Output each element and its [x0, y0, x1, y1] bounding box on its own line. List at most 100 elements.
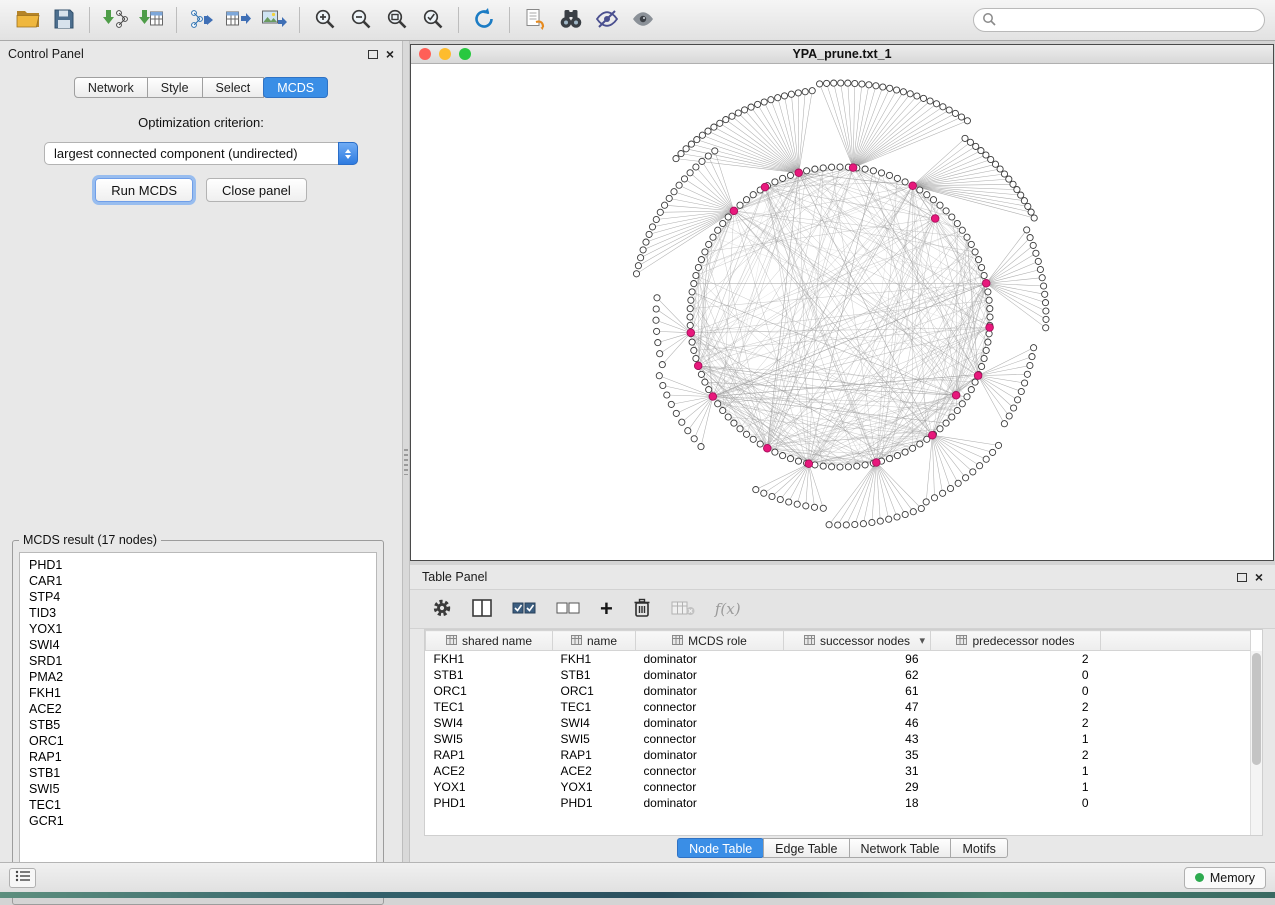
table-cell[interactable]: 61 [784, 683, 931, 699]
network-node[interactable] [894, 175, 900, 181]
mcds-result-item[interactable]: SWI4 [29, 637, 376, 653]
hide-selected-button[interactable] [589, 4, 625, 36]
network-node[interactable] [967, 139, 973, 145]
table-cell[interactable]: 0 [931, 667, 1101, 683]
table-cell[interactable]: ACE2 [426, 763, 553, 779]
table-cell[interactable]: SWI4 [553, 715, 636, 731]
table-cell[interactable]: YOX1 [426, 779, 553, 795]
network-node[interactable] [795, 458, 801, 464]
network-node[interactable] [775, 95, 781, 101]
mcds-result-item[interactable]: FKH1 [29, 685, 376, 701]
mcds-result-item[interactable]: CAR1 [29, 573, 376, 589]
network-node[interactable] [907, 91, 913, 97]
table-cell[interactable]: 47 [784, 699, 931, 715]
network-node[interactable] [1037, 266, 1043, 272]
network-node[interactable] [706, 241, 712, 247]
network-node[interactable] [638, 255, 644, 261]
export-image-button[interactable] [256, 4, 292, 36]
network-node[interactable] [958, 114, 964, 120]
network-node[interactable] [983, 456, 989, 462]
search-box[interactable] [973, 8, 1265, 32]
network-node[interactable] [664, 392, 670, 398]
network-node[interactable] [887, 85, 893, 91]
network-dominator-node[interactable] [974, 372, 982, 380]
network-node[interactable] [894, 87, 900, 93]
network-node[interactable] [854, 463, 860, 469]
table-row[interactable]: YOX1YOX1connector291 [426, 779, 1251, 795]
network-node[interactable] [1043, 316, 1049, 322]
table-row[interactable]: SWI4SWI4dominator462 [426, 715, 1251, 731]
network-node[interactable] [817, 81, 823, 87]
network-node[interactable] [653, 216, 659, 222]
network-node[interactable] [937, 426, 943, 432]
network-node[interactable] [693, 272, 699, 278]
network-node[interactable] [725, 214, 731, 220]
network-node[interactable] [691, 347, 697, 353]
export-table-button[interactable] [220, 4, 256, 36]
network-node[interactable] [943, 420, 949, 426]
table-cell[interactable]: RAP1 [426, 747, 553, 763]
mcds-result-item[interactable]: TEC1 [29, 797, 376, 813]
column-header-successor-nodes[interactable]: successor nodes▾ [784, 631, 931, 651]
network-node[interactable] [720, 407, 726, 413]
table-cell[interactable]: RAP1 [553, 747, 636, 763]
network-node[interactable] [900, 89, 906, 95]
network-node[interactable] [923, 499, 929, 505]
table-cell[interactable]: 29 [784, 779, 931, 795]
table-scrollbar[interactable] [1250, 651, 1262, 835]
network-node[interactable] [977, 463, 983, 469]
network-node[interactable] [986, 297, 992, 303]
network-dominator-node[interactable] [761, 183, 769, 191]
network-node[interactable] [685, 428, 691, 434]
network-node[interactable] [693, 355, 699, 361]
table-cell[interactable]: PHD1 [426, 795, 553, 811]
network-node[interactable] [968, 241, 974, 247]
table-cell[interactable]: YOX1 [553, 779, 636, 795]
clone-network-button[interactable] [517, 4, 553, 36]
function-builder-button[interactable]: f(x) [715, 600, 741, 618]
table-cell[interactable]: 18 [784, 795, 931, 811]
network-node[interactable] [699, 132, 705, 138]
deselect-all-button[interactable] [556, 600, 580, 619]
mcds-result-item[interactable]: SRD1 [29, 653, 376, 669]
table-row[interactable]: TEC1TEC1connector472 [426, 699, 1251, 715]
network-node[interactable] [673, 410, 679, 416]
network-node[interactable] [987, 314, 993, 320]
network-dominator-node[interactable] [986, 324, 994, 332]
network-node[interactable] [952, 110, 958, 116]
network-node[interactable] [640, 247, 646, 253]
task-history-button[interactable] [9, 868, 36, 888]
network-node[interactable] [772, 179, 778, 185]
network-node[interactable] [668, 401, 674, 407]
table-row[interactable]: FKH1FKH1dominator962 [426, 651, 1251, 668]
network-node[interactable] [845, 464, 851, 470]
network-node[interactable] [705, 153, 711, 159]
network-node[interactable] [1010, 181, 1016, 187]
network-node[interactable] [987, 306, 993, 312]
network-node[interactable] [1035, 258, 1041, 264]
zoom-in-button[interactable] [307, 4, 343, 36]
network-node[interactable] [1030, 242, 1036, 248]
network-node[interactable] [803, 503, 809, 509]
network-node[interactable] [838, 80, 844, 86]
network-node[interactable] [768, 97, 774, 103]
network-node[interactable] [761, 490, 767, 496]
network-node[interactable] [886, 172, 892, 178]
table-cell[interactable]: connector [636, 763, 784, 779]
table-cell[interactable]: TEC1 [426, 699, 553, 715]
network-node[interactable] [985, 289, 991, 295]
table-cell[interactable]: STB1 [553, 667, 636, 683]
run-mcds-button[interactable]: Run MCDS [95, 178, 193, 202]
network-node[interactable] [902, 179, 908, 185]
network-node[interactable] [1028, 209, 1034, 215]
network-node[interactable] [1027, 362, 1033, 368]
network-node[interactable] [731, 420, 737, 426]
network-node[interactable] [990, 449, 996, 455]
network-node[interactable] [683, 146, 689, 152]
network-node[interactable] [826, 522, 832, 528]
tab-mcds[interactable]: MCDS [263, 77, 328, 98]
zoom-out-button[interactable] [343, 4, 379, 36]
network-node[interactable] [959, 401, 965, 407]
table-cell[interactable]: ORC1 [553, 683, 636, 699]
network-dominator-node[interactable] [929, 431, 937, 439]
